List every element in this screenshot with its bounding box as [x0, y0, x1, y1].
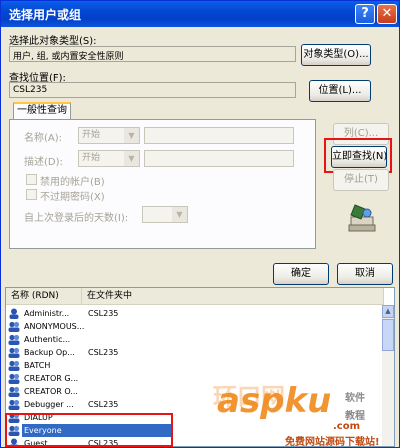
table-row[interactable]: Authentic... — [8, 333, 384, 346]
group-icon — [8, 386, 20, 397]
table-row[interactable]: Backup Op... CSL235 — [8, 346, 384, 359]
watermark-footer: 免费网站源码下载站! — [285, 437, 380, 448]
window-title: 选择用户或组 — [9, 8, 82, 22]
tab-common-queries[interactable]: 一般性查询 — [13, 102, 71, 120]
watermark-brand: aspku — [217, 381, 332, 421]
help-button[interactable]: ? — [355, 4, 375, 24]
description-input[interactable] — [144, 150, 294, 167]
group-icon — [8, 373, 20, 384]
close-button[interactable]: ✕ — [377, 4, 397, 24]
object-type-label: 选择此对象类型(S): — [9, 36, 97, 47]
name-label: 名称(A): — [24, 133, 63, 144]
scroll-thumb[interactable] — [382, 319, 394, 351]
description-mode-value: 开始 — [82, 153, 101, 163]
row-name: CREATOR G... — [24, 374, 79, 383]
group-icon — [8, 334, 20, 345]
select-users-dialog: 选择用户或组 ? ✕ 选择此对象类型(S): 用户, 组, 或内置安全性原则 对… — [0, 0, 400, 448]
watermark-side-bottom: 教程 — [345, 411, 365, 422]
disabled-accounts-label: 禁用的帐户(B) — [40, 177, 105, 188]
column-header-name[interactable]: 名称 (RDN) — [6, 288, 82, 305]
name-mode-value: 开始 — [82, 130, 101, 140]
group-icon — [8, 399, 20, 410]
location-field: CSL235 — [9, 82, 296, 98]
group-icon — [8, 321, 20, 332]
days-since-logon-label: 自上次登录后的天数(I): — [24, 213, 129, 224]
ok-button[interactable]: 确定 — [273, 263, 329, 285]
common-queries-panel: 名称(A): 开始 ▼ 描述(D): 开始 ▼ 禁用的帐户(B) 不过期密码(X… — [9, 119, 316, 249]
row-folder: CSL235 — [88, 309, 119, 318]
table-row[interactable]: Administr... CSL235 — [8, 307, 384, 320]
column-header-folder[interactable]: 在文件夹中 — [82, 288, 384, 305]
row-name: Authentic... — [24, 335, 71, 344]
cancel-button[interactable]: 取消 — [337, 263, 393, 285]
chevron-down-icon: ▼ — [124, 151, 139, 166]
days-since-logon-select[interactable]: ▼ — [142, 206, 188, 223]
chevron-down-icon: ▼ — [172, 207, 187, 222]
watermark-side-top: 软件 — [345, 393, 365, 404]
row-name: BATCH — [24, 361, 51, 370]
disabled-accounts-checkbox[interactable] — [26, 174, 37, 185]
table-row[interactable]: BATCH — [8, 359, 384, 372]
no-expire-password-label: 不过期密码(X) — [40, 192, 105, 203]
row-name: ANONYMOUS... — [24, 322, 85, 331]
title-bar: 选择用户或组 ? ✕ — [1, 1, 399, 27]
description-label: 描述(D): — [24, 157, 63, 168]
watermark-com: .com — [333, 421, 361, 432]
row-name: CREATOR O... — [24, 387, 78, 396]
search-flashlight-icon — [348, 204, 376, 232]
object-types-button[interactable]: 对象类型(O)... — [301, 44, 371, 66]
user-icon — [9, 308, 19, 319]
object-type-field: 用户, 组, 或内置安全性原则 — [9, 46, 296, 62]
row-name: Backup Op... — [24, 348, 75, 357]
name-mode-select[interactable]: 开始 ▼ — [78, 127, 140, 144]
stop-button[interactable]: 停止(T) — [333, 169, 389, 191]
table-row[interactable]: ANONYMOUS... — [8, 320, 384, 333]
site-watermark: 环口网 aspku 软件 教程 .com 免费网站源码下载站! — [213, 381, 399, 447]
highlight-everyone — [5, 413, 173, 447]
row-name: Debugger ... — [24, 400, 74, 409]
row-name: Administr... — [24, 309, 70, 318]
description-mode-select[interactable]: 开始 ▼ — [78, 150, 140, 167]
row-folder: CSL235 — [88, 348, 119, 357]
locations-button[interactable]: 位置(L)... — [309, 80, 371, 102]
scroll-up-icon[interactable]: ▲ — [382, 305, 394, 318]
chevron-down-icon: ▼ — [124, 128, 139, 143]
row-folder: CSL235 — [88, 400, 119, 409]
name-input[interactable] — [144, 127, 294, 144]
group-icon — [8, 347, 20, 358]
group-icon — [8, 360, 20, 371]
no-expire-password-checkbox[interactable] — [26, 189, 37, 200]
highlight-find-now — [324, 138, 392, 173]
